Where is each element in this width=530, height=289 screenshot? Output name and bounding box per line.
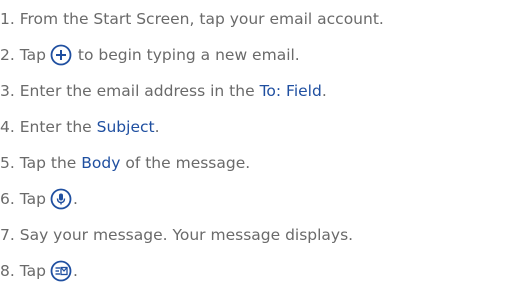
plus-circle-icon: [50, 44, 72, 66]
step-5: 5. Tap the Body of the message.: [0, 145, 250, 181]
step-text-before: Tap: [19, 46, 46, 64]
step-text: Say your message. Your message displays.: [19, 226, 354, 244]
step-text-before: Enter the email address in the: [19, 82, 255, 100]
step-number: 5.: [0, 154, 15, 172]
step-number: 6.: [0, 190, 15, 208]
step-8: 8. Tap.: [0, 253, 78, 289]
body-highlight: Body: [81, 154, 121, 172]
step-text: From the Start Screen, tap your email ac…: [19, 10, 384, 28]
step-2: 2. Tap to begin typing a new email.: [0, 37, 300, 73]
send-icon: [50, 260, 72, 282]
step-text-after: .: [72, 190, 78, 208]
step-7: 7. Say your message. Your message displa…: [0, 217, 353, 253]
step-3: 3. Enter the email address in the To: Fi…: [0, 73, 327, 109]
microphone-icon: [50, 188, 72, 210]
step-text-before: Tap the: [19, 154, 77, 172]
step-number: 7.: [0, 226, 15, 244]
subject-highlight: Subject: [96, 118, 155, 136]
step-number: 3.: [0, 82, 15, 100]
step-text-before: Enter the: [19, 118, 92, 136]
step-1: 1. From the Start Screen, tap your email…: [0, 1, 384, 37]
step-text-after: of the message.: [125, 154, 251, 172]
step-text-before: Tap: [19, 262, 46, 280]
step-text-before: Tap: [19, 190, 46, 208]
step-number: 4.: [0, 118, 15, 136]
step-text-after: to begin typing a new email.: [77, 46, 300, 64]
step-number: 2.: [0, 46, 15, 64]
step-text-after: .: [72, 262, 78, 280]
step-6: 6. Tap.: [0, 181, 78, 217]
step-number: 8.: [0, 262, 15, 280]
step-text-after: .: [154, 118, 160, 136]
step-4: 4. Enter the Subject.: [0, 109, 160, 145]
to-field-highlight: To: Field: [259, 82, 322, 100]
step-text-after: .: [321, 82, 327, 100]
step-number: 1.: [0, 10, 15, 28]
